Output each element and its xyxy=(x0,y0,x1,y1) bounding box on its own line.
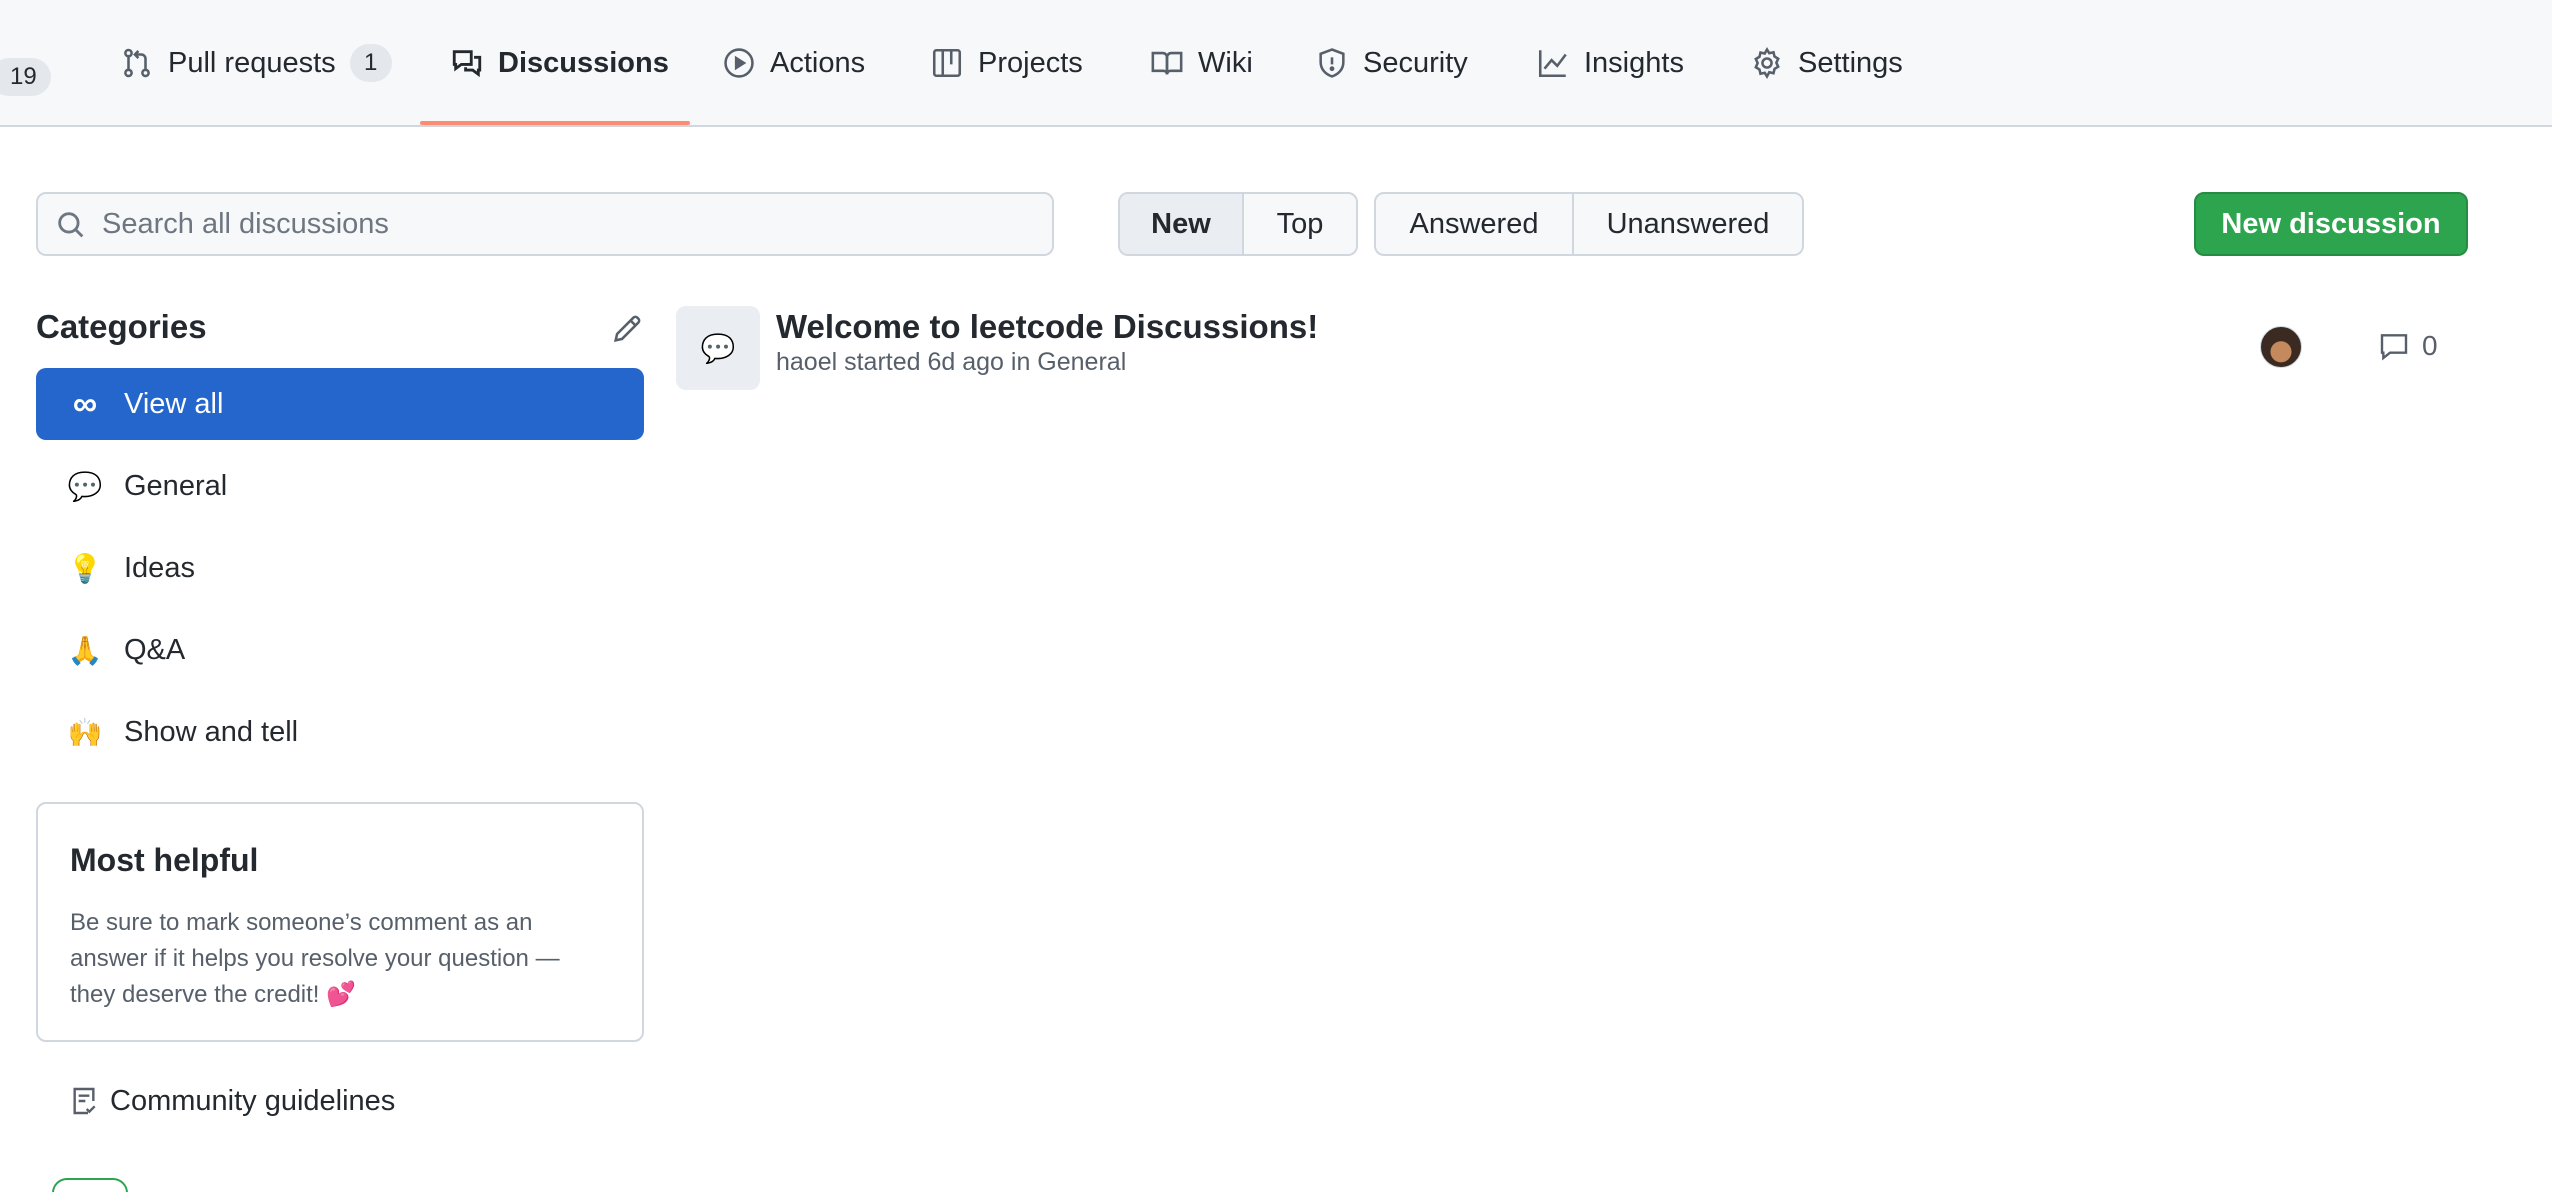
community-guidelines-label: Community guidelines xyxy=(110,1084,396,1117)
category-view-all[interactable]: ∞ View all xyxy=(36,368,644,440)
category-label: Q&A xyxy=(124,633,186,666)
repo-nav: 19 Pull requests 1 Discussions Actions P… xyxy=(0,0,2552,127)
tab-label: Pull requests xyxy=(168,47,336,79)
issues-counter[interactable]: 19 xyxy=(0,58,51,96)
category-label: Show and tell xyxy=(124,715,299,748)
comment-count[interactable]: 0 xyxy=(2378,330,2438,362)
discussion-row[interactable]: 💬 Welcome to leetcode Discussions! haoel… xyxy=(676,306,2476,392)
tab-wiki[interactable]: Wiki xyxy=(1150,46,1253,110)
category-label: View all xyxy=(124,387,224,420)
raised-hands-icon: 🙌 xyxy=(67,716,103,748)
book-icon xyxy=(1151,51,1183,75)
categories-heading: Categories xyxy=(36,308,207,345)
tab-label: Security xyxy=(1363,47,1468,79)
tab-actions[interactable]: Actions xyxy=(722,46,865,110)
selected-tab-underline xyxy=(420,121,690,125)
play-icon xyxy=(724,48,754,78)
gear-icon xyxy=(1754,47,1780,80)
tab-label: Actions xyxy=(770,47,866,79)
infinity-icon: ∞ xyxy=(72,384,98,423)
shield-icon xyxy=(1319,48,1345,78)
search-input[interactable] xyxy=(102,194,1032,254)
comment-icon xyxy=(2380,334,2408,361)
most-helpful-title: Most helpful xyxy=(70,842,259,878)
sort-new-button[interactable]: New xyxy=(1120,194,1242,254)
discussion-title[interactable]: Welcome to leetcode Discussions! xyxy=(776,308,1318,346)
tab-label: Projects xyxy=(978,47,1083,79)
filter-answered-button[interactable]: Answered xyxy=(1376,194,1572,254)
folded-hands-icon: 🙏 xyxy=(67,634,103,666)
tab-discussions[interactable]: Discussions xyxy=(450,46,669,110)
sort-top-button[interactable]: Top xyxy=(1242,194,1356,254)
tab-label: Settings xyxy=(1798,47,1903,79)
speech-bubble-icon: 💬 xyxy=(67,470,103,502)
comment-count-value: 0 xyxy=(2422,330,2438,361)
community-guidelines-link[interactable]: Community guidelines xyxy=(68,1084,395,1118)
category-show-and-tell[interactable]: 🙌 Show and tell xyxy=(36,696,644,768)
category-label: General xyxy=(124,469,228,502)
category-emoji-box: 💬 xyxy=(676,306,760,390)
pull-requests-counter: 1 xyxy=(349,44,392,82)
tab-settings[interactable]: Settings xyxy=(1750,46,1903,110)
graph-icon xyxy=(1538,50,1567,78)
category-general[interactable]: 💬 General xyxy=(36,450,644,522)
table-icon xyxy=(932,48,962,78)
lightbulb-icon: 💡 xyxy=(67,552,103,584)
search-box[interactable] xyxy=(36,192,1054,256)
sort-toggle: New Top xyxy=(1118,192,1358,256)
tab-projects[interactable]: Projects xyxy=(930,46,1083,110)
tab-label: Insights xyxy=(1584,47,1684,79)
discussion-meta: haoel started 6d ago in General xyxy=(776,348,1127,376)
most-helpful-card: Most helpful Be sure to mark someone’s c… xyxy=(36,802,644,1042)
answer-filter: Answered Unanswered xyxy=(1374,192,1804,256)
category-label: Ideas xyxy=(124,551,195,584)
tab-label: Discussions xyxy=(498,47,669,79)
tab-insights[interactable]: Insights xyxy=(1536,46,1684,110)
new-discussion-button[interactable]: New discussion xyxy=(2194,192,2468,256)
git-pull-request-icon xyxy=(124,48,150,78)
filter-unanswered-button[interactable]: Unanswered xyxy=(1572,194,1802,254)
search-icon xyxy=(58,212,84,238)
category-qa[interactable]: 🙏 Q&A xyxy=(36,614,644,686)
pencil-icon[interactable] xyxy=(610,312,644,346)
tab-pull-requests[interactable]: Pull requests 1 xyxy=(120,44,392,110)
avatar[interactable] xyxy=(2260,326,2302,368)
checklist-icon xyxy=(73,1087,96,1115)
tab-security[interactable]: Security xyxy=(1315,46,1468,110)
most-helpful-body: Be sure to mark someone’s comment as an … xyxy=(70,909,560,1008)
tab-label: Wiki xyxy=(1198,47,1253,79)
comment-discussion-icon xyxy=(452,50,482,78)
partial-green-pill xyxy=(52,1178,128,1192)
category-ideas[interactable]: 💡 Ideas xyxy=(36,532,644,604)
